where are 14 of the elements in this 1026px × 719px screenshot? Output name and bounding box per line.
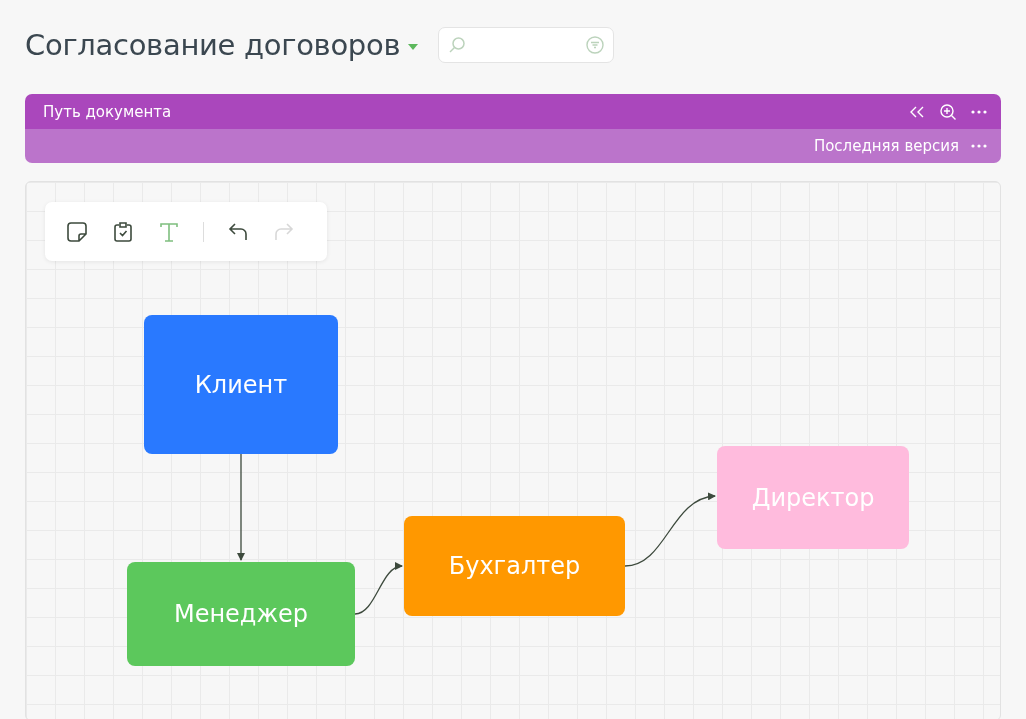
search-field[interactable] [438, 26, 615, 63]
diagram-node: Клиент [144, 315, 338, 454]
panel-title: Путь документа [43, 102, 172, 121]
more-icon[interactable] [971, 109, 987, 114]
diagram-node: Директор [717, 446, 909, 549]
collapse-icon[interactable] [909, 104, 925, 119]
page-title: Согласование договоров [25, 27, 401, 62]
version-label[interactable]: Последняя версия [813, 137, 959, 155]
connector-arrow [354, 563, 403, 615]
more-icon[interactable] [971, 144, 987, 148]
zoom-in-icon[interactable] [939, 102, 957, 121]
diagram-node: Менеджер [127, 562, 355, 666]
diagram-node: Бухгалтер [404, 516, 625, 616]
search-icon [448, 35, 467, 54]
